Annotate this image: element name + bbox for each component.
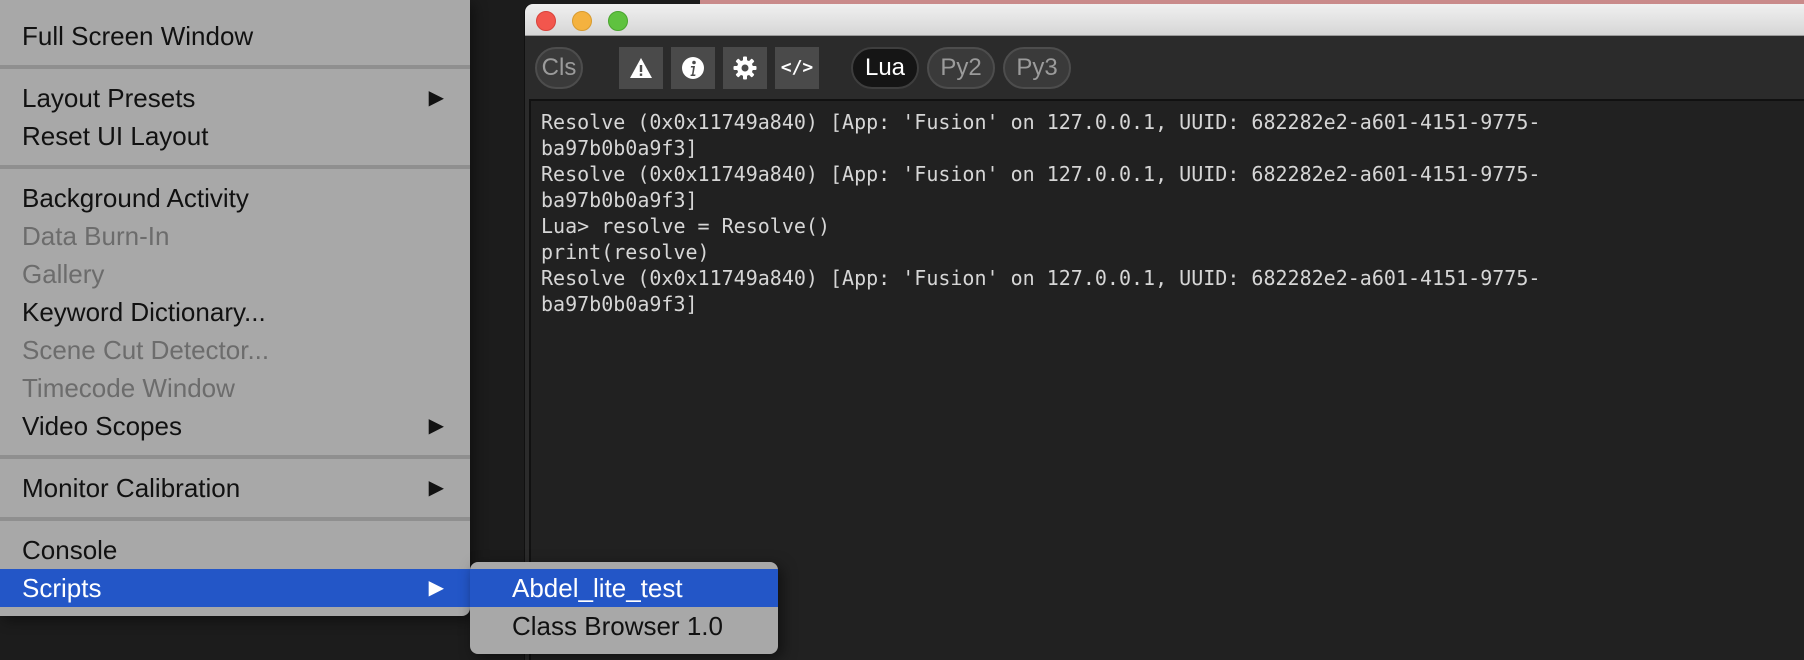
menu-item-gallery: Gallery: [0, 255, 470, 293]
menu-item-label: Timecode Window: [22, 373, 235, 403]
menu-item-console[interactable]: Console: [0, 531, 470, 569]
console-line: Resolve (0x0x11749a840) [App: 'Fusion' o…: [541, 266, 1541, 290]
scripts-submenu: Abdel_lite_test Class Browser 1.0: [470, 562, 778, 654]
submenu-item-class-browser[interactable]: Class Browser 1.0: [470, 607, 778, 645]
submenu-item-label: Abdel_lite_test: [512, 573, 683, 603]
settings-button[interactable]: [723, 47, 767, 89]
menu-item-label: Keyword Dictionary...: [22, 297, 266, 327]
warning-icon: [630, 58, 652, 78]
menu-item-full-screen-window[interactable]: Full Screen Window: [0, 17, 470, 55]
code-icon: </>: [780, 57, 814, 78]
info-filter-button[interactable]: [671, 47, 715, 89]
menu-item-monitor-calibration[interactable]: Monitor Calibration ▶: [0, 469, 470, 507]
console-line: ba97b0b0a9f3]: [541, 136, 698, 160]
minimize-window-button[interactable]: [572, 11, 592, 31]
menu-item-label: Scene Cut Detector...: [22, 335, 270, 365]
menu-item-label: Video Scopes: [22, 411, 182, 441]
submenu-item-abdel-lite-test[interactable]: Abdel_lite_test: [470, 569, 778, 607]
menu-item-scripts[interactable]: Scripts ▶: [0, 569, 470, 607]
menu-item-layout-presets[interactable]: Layout Presets ▶: [0, 79, 470, 117]
menu-item-label: Layout Presets: [22, 83, 196, 113]
submenu-arrow-icon: ▶: [428, 415, 444, 437]
console-line: ba97b0b0a9f3]: [541, 188, 698, 212]
menu-item-video-scopes[interactable]: Video Scopes ▶: [0, 407, 470, 445]
console-line: Resolve (0x0x11749a840) [App: 'Fusion' o…: [541, 162, 1541, 186]
menu-item-timecode-window: Timecode Window: [0, 369, 470, 407]
submenu-arrow-icon: ▶: [428, 477, 444, 499]
menu-separator: [0, 165, 470, 169]
menu-item-data-burn-in: Data Burn-In: [0, 217, 470, 255]
console-line: print(resolve): [541, 240, 710, 264]
console-toolbar: Cls </> Lua Py2 Py3: [525, 37, 1804, 99]
screen: Cls </> Lua Py2 Py3 Resolve (0x0x11749a8…: [0, 0, 1804, 660]
menu-item-scene-cut-detector: Scene Cut Detector...: [0, 331, 470, 369]
menu-item-reset-ui-layout[interactable]: Reset UI Layout: [0, 117, 470, 155]
console-line: ba97b0b0a9f3]: [541, 292, 698, 316]
menu-item-label: Full Screen Window: [22, 21, 254, 51]
warning-filter-button[interactable]: [619, 47, 663, 89]
menu-item-label: Background Activity: [22, 183, 249, 213]
language-lua-button[interactable]: Lua: [851, 47, 919, 89]
submenu-arrow-icon: ▶: [428, 87, 444, 109]
menu-separator: [0, 517, 470, 521]
language-py3-button[interactable]: Py3: [1003, 47, 1071, 89]
menu-item-label: Scripts: [22, 573, 102, 603]
language-py2-button[interactable]: Py2: [927, 47, 995, 89]
submenu-arrow-icon: ▶: [428, 577, 444, 599]
workspace-menu: Full Screen Window Layout Presets ▶ Rese…: [0, 0, 470, 616]
window-titlebar[interactable]: [525, 4, 1804, 36]
code-view-button[interactable]: </>: [775, 47, 819, 89]
menu-item-label: Gallery: [22, 259, 105, 289]
menu-item-background-activity[interactable]: Background Activity: [0, 179, 470, 217]
info-icon: [682, 57, 704, 79]
clear-screen-button[interactable]: Cls: [535, 47, 583, 89]
menu-item-label: Console: [22, 535, 118, 565]
menu-item-label: Monitor Calibration: [22, 473, 241, 503]
menu-item-label: Data Burn-In: [22, 221, 170, 251]
console-line: Resolve (0x0x11749a840) [App: 'Fusion' o…: [541, 110, 1541, 134]
close-window-button[interactable]: [536, 11, 556, 31]
zoom-window-button[interactable]: [608, 11, 628, 31]
gear-icon: [733, 56, 757, 80]
submenu-item-label: Class Browser 1.0: [512, 611, 723, 641]
menu-separator: [0, 65, 470, 69]
console-line: Lua> resolve = Resolve(): [541, 214, 830, 238]
menu-item-keyword-dictionary[interactable]: Keyword Dictionary...: [0, 293, 470, 331]
menu-item-label: Reset UI Layout: [22, 121, 209, 151]
menu-separator: [0, 455, 470, 459]
